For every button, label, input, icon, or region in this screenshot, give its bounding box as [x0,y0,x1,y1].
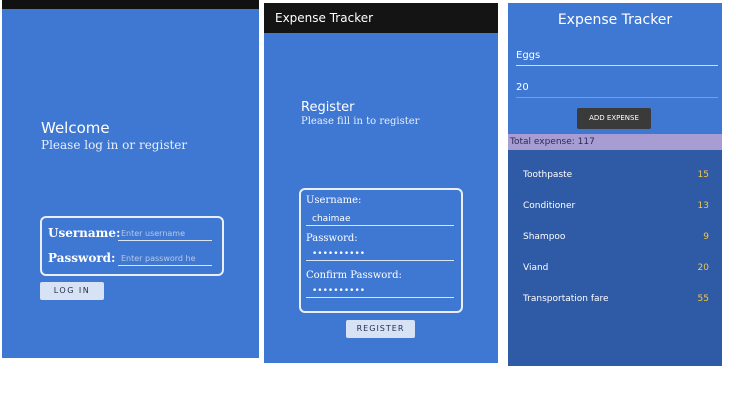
item-name: Toothpaste [523,170,573,180]
register-title: Register [301,100,355,115]
reg-password-label: Password: [306,233,358,244]
expense-amount-input[interactable]: 20 [516,78,718,98]
app-bar: Expense Tracker [264,3,498,33]
welcome-title: Welcome [41,119,110,137]
app-title: Expense Tracker [275,11,374,25]
item-name: Conditioner [523,201,576,211]
item-amount: 15 [697,170,709,180]
total-expense: Total expense: 117 [508,134,722,150]
confirm-password-label: Confirm Password: [306,270,402,281]
reg-username-input[interactable]: chaimae [306,212,454,226]
item-amount: 55 [697,294,709,304]
tracker-screen: Expense Tracker Eggs 20 ADD EXPENSE Tota… [508,3,722,366]
login-button[interactable]: LOG IN [40,282,104,300]
item-amount: 9 [703,232,709,242]
password-label: Password: [48,251,116,265]
list-item[interactable]: Conditioner 13 [523,201,709,217]
item-name: Viand [523,263,549,273]
status-bar [2,0,259,9]
register-screen: Expense Tracker Register Please fill in … [264,3,498,363]
item-amount: 20 [697,263,709,273]
list-item[interactable]: Transportation fare 55 [523,294,709,310]
expense-list: Toothpaste 15 Conditioner 13 Shampoo 9 V… [508,150,722,366]
list-item[interactable]: Viand 20 [523,263,709,279]
item-name: Shampoo [523,232,566,242]
add-expense-button[interactable]: ADD EXPENSE [577,108,651,129]
confirm-password-input[interactable]: •••••••••• [306,284,454,298]
list-item[interactable]: Toothpaste 15 [523,170,709,186]
item-amount: 13 [697,201,709,211]
password-input[interactable]: Enter password he [118,252,212,266]
register-button[interactable]: REGISTER [346,320,415,338]
item-name: Transportation fare [523,294,609,304]
register-subtitle: Please fill in to register [301,116,420,127]
login-form: Username: Enter username Password: Enter… [40,216,224,276]
username-input[interactable]: Enter username [118,227,212,241]
login-screen: Welcome Please log in or register Userna… [2,0,259,358]
username-label: Username: [48,226,121,240]
reg-password-input[interactable]: •••••••••• [306,247,454,261]
list-item[interactable]: Shampoo 9 [523,232,709,248]
welcome-subtitle: Please log in or register [41,138,188,152]
register-form: Username: chaimae Password: •••••••••• C… [299,188,463,313]
expense-name-input[interactable]: Eggs [516,46,718,66]
reg-username-label: Username: [306,195,362,206]
tracker-title: Expense Tracker [557,12,673,28]
